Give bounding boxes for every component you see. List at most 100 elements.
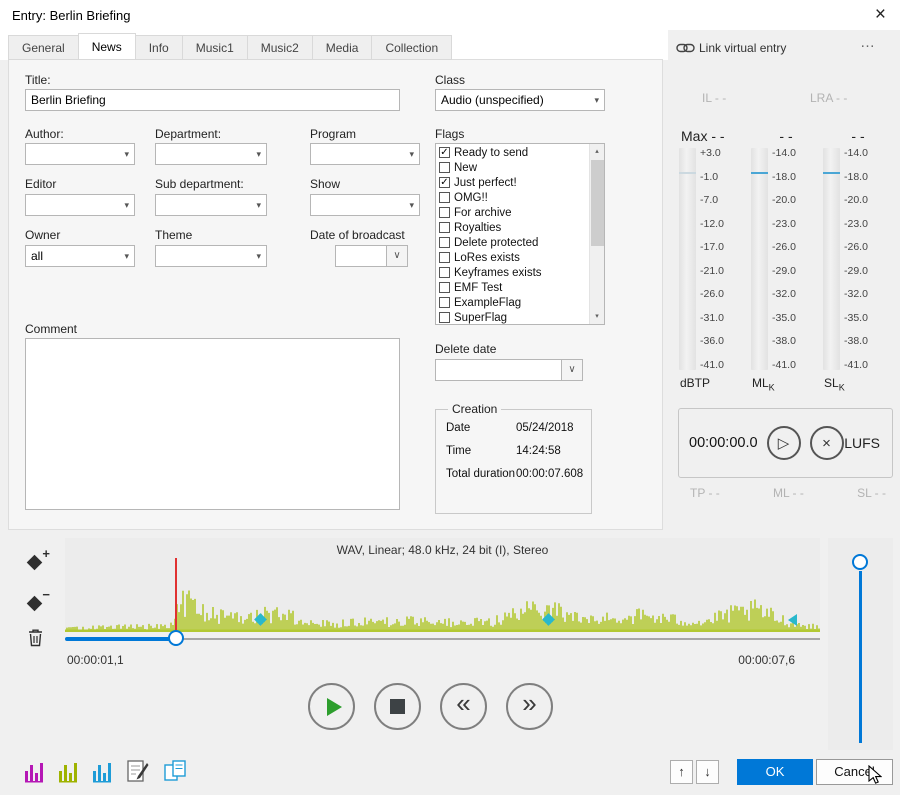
window-title: Entry: Berlin Briefing bbox=[12, 8, 131, 23]
tab-general[interactable]: General bbox=[8, 35, 79, 60]
flag-item[interactable]: LoRes exists bbox=[436, 250, 589, 265]
chevron-down-icon: ▾ bbox=[252, 149, 261, 160]
flags-scrollbar[interactable]: ▴ ▾ bbox=[589, 144, 604, 324]
flag-item[interactable]: Delete protected bbox=[436, 235, 589, 250]
creation-duration-value: 00:00:07.608 bbox=[516, 468, 583, 480]
tab-music2[interactable]: Music2 bbox=[247, 35, 313, 60]
flag-item[interactable]: SuperFlag bbox=[436, 310, 589, 325]
checkbox-icon[interactable] bbox=[439, 297, 450, 308]
checkbox-icon[interactable]: ✓ bbox=[439, 147, 450, 158]
seek-slider-handle[interactable] bbox=[168, 630, 184, 646]
author-select[interactable]: ▾ bbox=[25, 143, 135, 165]
tab-info[interactable]: Info bbox=[135, 35, 183, 60]
waveform-blue-icon[interactable] bbox=[90, 757, 116, 785]
tab-collection[interactable]: Collection bbox=[371, 35, 452, 60]
meter-peak-readout: - - bbox=[751, 128, 821, 148]
checkbox-icon[interactable] bbox=[439, 207, 450, 218]
meter-tick-label: -41.0 bbox=[844, 360, 893, 370]
playhead-marker[interactable] bbox=[175, 558, 177, 632]
meter-tick-label: -32.0 bbox=[772, 289, 821, 299]
more-options-icon[interactable]: … bbox=[860, 34, 876, 51]
show-select[interactable]: ▾ bbox=[310, 194, 420, 216]
flag-item[interactable]: Royalties bbox=[436, 220, 589, 235]
flag-item[interactable]: For archive bbox=[436, 205, 589, 220]
remove-marker-button[interactable]: − bbox=[26, 592, 52, 616]
flags-listbox[interactable]: ✓ Ready to sendNew✓Just perfect!OMG!!For … bbox=[435, 143, 605, 325]
broadcast-date-value[interactable] bbox=[335, 245, 387, 267]
compare-entries-icon[interactable] bbox=[162, 757, 190, 785]
title-input[interactable]: Berlin Briefing bbox=[25, 89, 400, 111]
delete-date-picker[interactable]: ∨ bbox=[435, 359, 583, 381]
checkbox-icon[interactable] bbox=[439, 222, 450, 233]
meter-tick-label: -38.0 bbox=[772, 336, 821, 346]
flag-label: Ready to send bbox=[454, 147, 528, 159]
rewind-button[interactable]: « bbox=[440, 683, 487, 730]
tab-media[interactable]: Media bbox=[312, 35, 373, 60]
seek-track-empty[interactable] bbox=[177, 638, 820, 640]
ok-button[interactable]: OK bbox=[737, 759, 813, 785]
checkbox-icon[interactable] bbox=[439, 312, 450, 323]
lufs-label: LUFS bbox=[844, 435, 880, 451]
measure-reset-button[interactable]: × bbox=[810, 426, 844, 460]
scrollbar-thumb[interactable] bbox=[591, 160, 604, 246]
stop-button[interactable] bbox=[374, 683, 421, 730]
flag-item[interactable]: OMG!! bbox=[436, 190, 589, 205]
meter-tick-label: -41.0 bbox=[700, 360, 749, 370]
scrollbar-up-icon[interactable]: ▴ bbox=[590, 144, 604, 159]
owner-select[interactable]: all▾ bbox=[25, 245, 135, 267]
volume-slider-handle[interactable] bbox=[852, 554, 868, 570]
editor-select[interactable]: ▾ bbox=[25, 194, 135, 216]
meter-tick-label: -36.0 bbox=[700, 336, 749, 346]
flag-item[interactable]: Keyframes exists bbox=[436, 265, 589, 280]
checkbox-icon[interactable] bbox=[439, 267, 450, 278]
end-marker-icon[interactable] bbox=[788, 614, 797, 626]
transport-controls: « » bbox=[308, 683, 553, 730]
close-icon[interactable]: × bbox=[875, 4, 886, 26]
title-bar: Entry: Berlin Briefing × bbox=[0, 0, 900, 30]
checkbox-icon[interactable] bbox=[439, 162, 450, 173]
next-entry-button[interactable]: ↓ bbox=[696, 760, 719, 784]
checkbox-icon[interactable]: ✓ bbox=[439, 177, 450, 188]
sub-department-select[interactable]: ▾ bbox=[155, 194, 267, 216]
flag-item[interactable]: EMF Test bbox=[436, 280, 589, 295]
waveform-green-icon[interactable] bbox=[56, 757, 82, 785]
add-marker-button[interactable]: + bbox=[26, 551, 52, 575]
edit-metadata-icon[interactable] bbox=[126, 757, 150, 785]
flag-item[interactable]: ✓ Ready to send bbox=[436, 145, 589, 160]
seek-track-filled[interactable] bbox=[65, 637, 177, 641]
broadcast-date-picker[interactable]: ∨ bbox=[335, 245, 408, 267]
checkbox-icon[interactable] bbox=[439, 252, 450, 263]
class-select[interactable]: Audio (unspecified)▾ bbox=[435, 89, 605, 111]
flag-item[interactable]: ✓Just perfect! bbox=[436, 175, 589, 190]
flag-item[interactable]: New bbox=[436, 160, 589, 175]
volume-track[interactable] bbox=[859, 571, 862, 743]
waveform-display[interactable]: WAV, Linear; 48.0 kHz, 24 bit (I), Stere… bbox=[65, 538, 820, 632]
forward-button[interactable]: » bbox=[506, 683, 553, 730]
tab-news[interactable]: News bbox=[78, 33, 136, 60]
delete-date-value[interactable] bbox=[435, 359, 562, 381]
trash-icon[interactable] bbox=[27, 628, 44, 647]
link-virtual-entry-label[interactable]: Link virtual entry bbox=[699, 41, 786, 55]
chevron-down-icon[interactable]: ∨ bbox=[562, 359, 583, 381]
waveform-pink-icon[interactable] bbox=[22, 757, 48, 785]
department-select[interactable]: ▾ bbox=[155, 143, 267, 165]
scrollbar-down-icon[interactable]: ▾ bbox=[590, 309, 604, 324]
play-button[interactable] bbox=[308, 683, 355, 730]
comment-textarea[interactable] bbox=[25, 338, 400, 510]
author-label: Author: bbox=[25, 127, 64, 141]
previous-entry-button[interactable]: ↑ bbox=[670, 760, 693, 784]
flag-label: EMF Test bbox=[454, 282, 502, 294]
theme-select[interactable]: ▾ bbox=[155, 245, 267, 267]
meter-tick-label: +3.0 bbox=[700, 148, 749, 158]
checkbox-icon[interactable] bbox=[439, 192, 450, 203]
checkbox-icon[interactable] bbox=[439, 282, 450, 293]
flag-item[interactable]: ExampleFlag bbox=[436, 295, 589, 310]
meter-peak-readout: Max - - bbox=[679, 128, 749, 148]
meter-tick-label: -14.0 bbox=[844, 148, 893, 158]
program-select[interactable]: ▾ bbox=[310, 143, 420, 165]
chevron-down-icon[interactable]: ∨ bbox=[387, 245, 408, 267]
tab-music1[interactable]: Music1 bbox=[182, 35, 248, 60]
creation-date-label: Date bbox=[446, 422, 516, 434]
checkbox-icon[interactable] bbox=[439, 237, 450, 248]
measure-play-button[interactable]: ▷ bbox=[767, 426, 801, 460]
